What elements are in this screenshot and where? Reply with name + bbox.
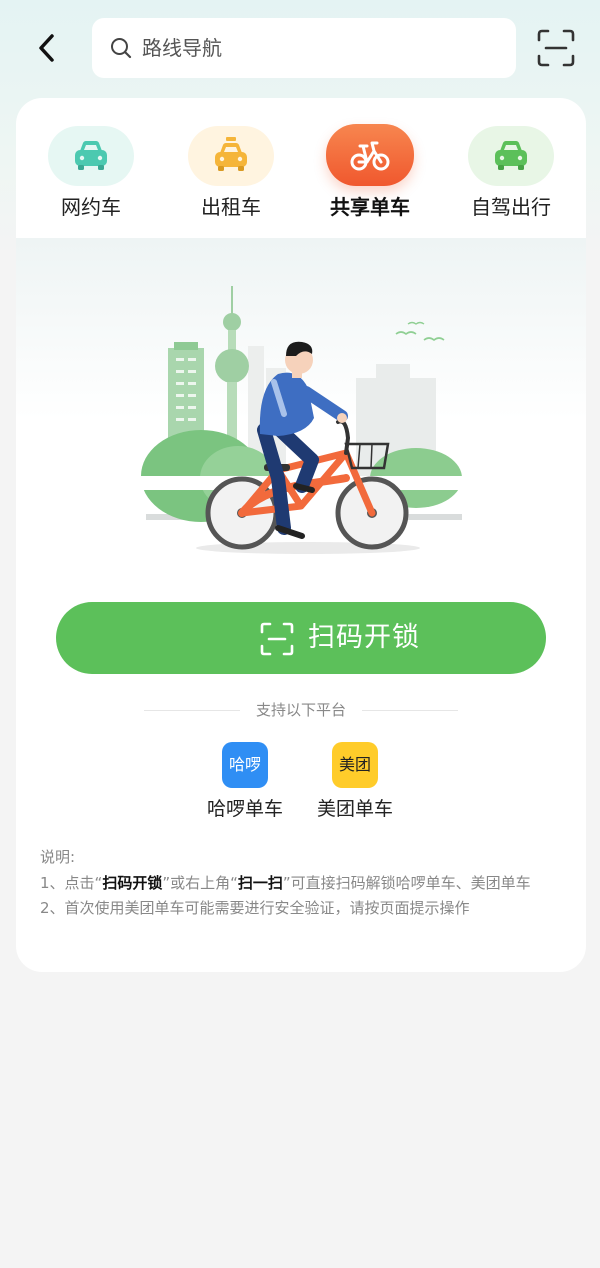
note-text: ”或右上角“: [162, 874, 238, 892]
transport-tabs: 网约车 出租车 共享单车 自驾出行: [16, 98, 586, 238]
scan-icon: [260, 622, 294, 656]
scan-icon: [537, 29, 575, 67]
tab-icon-bubble: [468, 126, 554, 186]
note-text: 1、点击“: [40, 874, 103, 892]
platforms-section-title: 支持以下平台: [144, 698, 458, 724]
tab-icon-bubble: [48, 126, 134, 186]
tab-label: 共享单车: [330, 195, 410, 219]
platform-name: 美团单车: [316, 798, 393, 820]
note-bold-text: 扫一扫: [237, 874, 283, 892]
back-arrow-icon: [39, 34, 54, 62]
tab-shared-bike[interactable]: 共享单车: [315, 124, 425, 228]
instruction-line-1: 1、点击“扫码开锁”或右上角“扫一扫”可直接扫码解锁哈啰单车、美团单车: [40, 872, 560, 894]
note-bold-text: 扫码开锁: [102, 874, 163, 892]
search-placeholder: 路线导航: [142, 36, 222, 60]
divider-line: [362, 710, 458, 711]
tab-taxi[interactable]: 出租车: [176, 124, 286, 228]
back-button[interactable]: [30, 30, 66, 66]
taxi-icon: [215, 137, 247, 171]
instructions: 说明: 1、点击“扫码开锁”或右上角“扫一扫”可直接扫码解锁哈啰单车、美团单车 …: [40, 846, 560, 922]
scan-unlock-button[interactable]: 扫码开锁: [56, 602, 546, 674]
scan-unlock-label: 扫码开锁: [308, 622, 420, 653]
search-input[interactable]: 路线导航: [92, 18, 516, 78]
instructions-title: 说明:: [40, 848, 76, 866]
search-icon: [111, 38, 132, 59]
car-icon: [75, 141, 107, 170]
tab-icon-bubble: [188, 126, 274, 186]
platform-hellobike[interactable]: 哈啰 哈啰单车: [190, 742, 300, 822]
header: 路线导航: [0, 0, 600, 98]
tab-icon-bubble: [326, 124, 414, 186]
tab-self-drive[interactable]: 自驾出行: [456, 124, 566, 228]
instruction-line-2: 2、首次使用美团单车可能需要进行安全验证，请按页面提示操作: [40, 899, 470, 917]
tab-label: 出租车: [201, 195, 261, 219]
hellobike-logo: 哈啰: [222, 742, 268, 788]
tab-label: 网约车: [61, 195, 121, 219]
note-text: ”可直接扫码解锁哈啰单车、美团单车: [282, 874, 531, 892]
bicycle-icon: [350, 141, 390, 171]
platform-name: 哈啰单车: [206, 798, 283, 820]
scan-button[interactable]: [536, 28, 576, 68]
car-icon: [495, 141, 527, 170]
meituan-logo: 美团: [332, 742, 378, 788]
bike-rider-illustration: [16, 238, 586, 568]
tab-label: 自驾出行: [471, 195, 551, 219]
tab-ride-hailing[interactable]: 网约车: [36, 124, 146, 228]
platform-meituan[interactable]: 美团 美团单车: [300, 742, 410, 822]
transport-card: 网约车 出租车 共享单车 自驾出行 扫码开锁 支持以下平台 哈啰 哈啰单车 美团…: [16, 98, 586, 972]
